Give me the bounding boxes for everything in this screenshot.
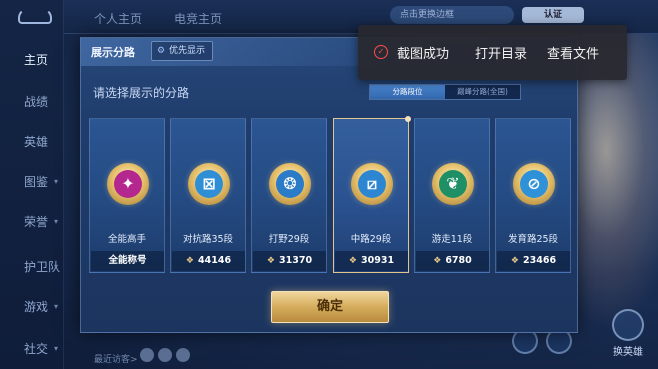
sidebar-item[interactable]: 图鉴 ▾	[0, 171, 64, 193]
avatar[interactable]	[158, 348, 172, 362]
lane-card[interactable]: ⊠ 对抗路35段 ❖ 44146	[170, 118, 246, 273]
sidebar-item-label: 社交	[24, 342, 49, 356]
lane-name: 中路29段	[350, 234, 392, 245]
sidebar-item-label: 英雄	[24, 135, 49, 149]
emblem-symbol: ❂	[276, 170, 304, 198]
lane-card[interactable]: ⧄ 中路29段 ❖ 30931	[333, 116, 411, 273]
lane-name: 游走11段	[431, 234, 473, 245]
rank-points-icon: ❖	[348, 256, 357, 266]
lane-name: 发育路25段	[507, 234, 559, 245]
emblem-symbol: ⧄	[358, 170, 386, 198]
emblem-symbol: ❦	[439, 170, 467, 198]
lane-score: ❖ 31370	[253, 251, 326, 271]
mid-lane-emblem-icon: ⧄	[351, 163, 393, 205]
rank-points-icon: ❖	[510, 256, 519, 266]
sidebar-item-label: 游戏	[24, 300, 49, 314]
screenshot-toast: ✓ 截图成功 打开目录 查看文件	[358, 25, 627, 80]
lane-card[interactable]: ❦ 游走11段 ❖ 6780	[414, 118, 490, 273]
app-logo-icon	[18, 8, 52, 24]
lane-mode-switch: 分路段位 巅峰分路(全国)	[369, 84, 521, 100]
lane-score-value: 44146	[198, 255, 232, 266]
chevron-down-icon: ▾	[54, 262, 59, 271]
change-hero-button[interactable]: 换英雄	[606, 309, 650, 361]
lane-score-value: 30931	[361, 255, 395, 266]
sidebar-item-label: 荣誉	[24, 215, 49, 229]
sidebar-item[interactable]: 社交 ▾	[0, 338, 64, 360]
open-directory-link[interactable]: 打开目录	[475, 43, 527, 62]
sidebar-item-label: 图鉴	[24, 175, 49, 189]
emblem-symbol: ⊘	[520, 170, 548, 198]
chevron-down-icon: ▾	[54, 302, 59, 311]
lane-score: 全能称号	[91, 251, 164, 271]
change-frame-hint[interactable]: 点击更换边框	[390, 6, 514, 24]
visitor-avatars	[140, 347, 200, 363]
view-file-link[interactable]: 查看文件	[547, 43, 599, 62]
tab-peak-lane[interactable]: 巅峰分路(全国)	[445, 85, 520, 99]
emblem-symbol: ⊠	[195, 170, 223, 198]
lane-card-list: ✦ 全能高手全能称号 ⊠ 对抗路35段 ❖ 44146 ❂ 打野29段 ❖ 31370 ⧄ 中路29段…	[89, 116, 573, 274]
lane-display-dialog: 展示分路 ⚙ 优先显示 请选择展示的分路 分路段位 巅峰分路(全国) ✦ 全能高手全…	[80, 37, 578, 333]
priority-display-button[interactable]: ⚙ 优先显示	[151, 41, 214, 61]
tab-lane-rank[interactable]: 分路段位	[370, 85, 445, 99]
roam-emblem-icon: ❦	[432, 163, 474, 205]
lane-score: ❖ 6780	[416, 251, 489, 271]
rank-points-icon: ❖	[185, 256, 194, 266]
sidebar-item[interactable]: 护卫队 ▾	[0, 256, 64, 278]
lane-name: 全能高手	[107, 234, 146, 245]
sidebar-item-label: 主页	[24, 53, 49, 67]
sidebar: 主页 战绩 英雄 图鉴 ▾ 荣誉 ▾ 护卫队 ▾ 游戏 ▾ 社交 ▾	[0, 0, 64, 369]
toast-message: 截图成功	[397, 47, 450, 62]
tab-esports[interactable]: 电竞主页	[174, 10, 222, 27]
lane-name: 打野29段	[268, 234, 310, 245]
emblem-symbol: ✦	[114, 170, 142, 198]
lane-score: ❖ 44146	[172, 251, 245, 271]
farm-lane-emblem-icon: ⊘	[513, 163, 555, 205]
change-hero-label: 换英雄	[613, 347, 643, 358]
lane-card[interactable]: ⊘ 发育路25段 ❖ 23466	[495, 118, 571, 273]
lane-score: ❖ 23466	[497, 251, 570, 271]
rank-points-icon: ❖	[266, 256, 275, 266]
dialog-title: 展示分路	[91, 46, 135, 59]
clash-lane-emblem-icon: ⊠	[188, 163, 230, 205]
sidebar-item[interactable]: 战绩	[0, 91, 64, 113]
recent-visitors-label: 最近访客>	[94, 355, 138, 365]
lane-card[interactable]: ❂ 打野29段 ❖ 31370	[251, 118, 327, 273]
lane-score-value: 全能称号	[108, 255, 147, 266]
tab-profile[interactable]: 个人主页	[94, 10, 142, 27]
chevron-down-icon: ▾	[54, 177, 59, 186]
sidebar-item[interactable]: 主页	[0, 49, 64, 71]
lane-score-value: 6780	[445, 255, 472, 266]
sidebar-item[interactable]: 游戏 ▾	[0, 296, 64, 318]
avatar[interactable]	[140, 348, 154, 362]
dialog-subtitle: 请选择展示的分路	[93, 86, 190, 100]
certification-badge[interactable]: 认证	[522, 7, 584, 23]
lane-score-value: 23466	[523, 255, 557, 266]
lane-card[interactable]: ✦ 全能高手全能称号	[89, 118, 165, 273]
jungle-emblem-icon: ❂	[269, 163, 311, 205]
lane-score: ❖ 30931	[335, 251, 408, 271]
avatar[interactable]	[176, 348, 190, 362]
chevron-down-icon: ▾	[54, 344, 59, 353]
gear-icon: ⚙	[157, 46, 166, 56]
lane-name: 对抗路35段	[182, 234, 234, 245]
sidebar-item[interactable]: 英雄	[0, 131, 64, 153]
lane-score-value: 31370	[279, 255, 313, 266]
sidebar-item-label: 战绩	[24, 95, 49, 109]
confirm-button[interactable]: 确定	[271, 291, 389, 323]
chevron-down-icon: ▾	[54, 217, 59, 226]
success-check-icon: ✓	[374, 45, 388, 59]
priority-label: 优先显示	[169, 46, 206, 56]
hero-icon	[612, 309, 644, 341]
sidebar-item[interactable]: 荣誉 ▾	[0, 211, 64, 233]
all-round-emblem-icon: ✦	[107, 163, 149, 205]
selected-marker-icon	[405, 116, 411, 122]
rank-points-icon: ❖	[433, 256, 442, 266]
